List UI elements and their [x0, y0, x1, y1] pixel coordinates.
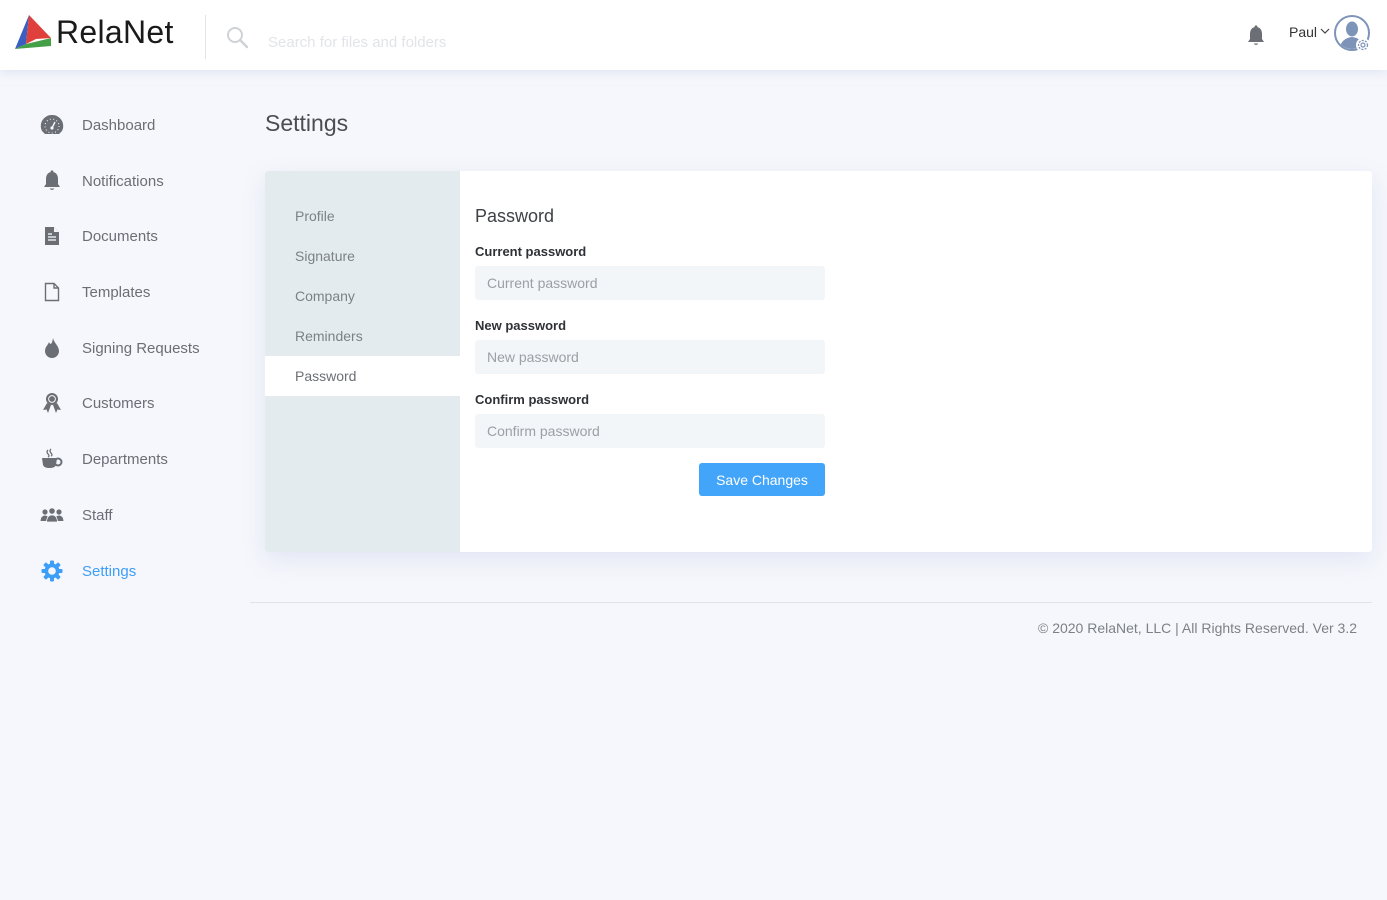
current-password-field[interactable] — [475, 266, 825, 300]
award-icon — [40, 391, 64, 415]
sidebar-item-label: Notifications — [82, 172, 164, 190]
settings-card: Profile Signature Company Reminders Pass… — [265, 171, 1372, 552]
sidebar-item-documents[interactable]: Documents — [40, 221, 240, 251]
file-icon — [40, 280, 64, 304]
sidebar-item-staff[interactable]: Staff — [40, 500, 240, 530]
new-password-field[interactable] — [475, 340, 825, 374]
form-title: Password — [475, 206, 555, 226]
tab-company[interactable]: Company — [265, 276, 460, 316]
dashboard-icon — [40, 113, 64, 137]
search-icon[interactable] — [225, 25, 249, 54]
footer-copyright: © 2020 RelaNet, LLC | All Rights Reserve… — [1037, 620, 1357, 636]
chevron-down-icon — [1320, 22, 1330, 40]
confirm-password-label: Confirm password — [475, 392, 590, 407]
sidebar-item-signing-requests[interactable]: Signing Requests — [40, 333, 240, 363]
sidebar-item-label: Departments — [82, 450, 168, 468]
search-input[interactable] — [262, 28, 662, 56]
sidebar-item-label: Signing Requests — [82, 339, 200, 357]
bell-icon — [40, 169, 64, 193]
sidebar-item-templates[interactable]: Templates — [40, 277, 240, 307]
sidebar-item-label: Customers — [82, 394, 155, 412]
brand-logo[interactable]: RelaNet — [14, 14, 174, 50]
notifications-bell-icon[interactable] — [1246, 25, 1266, 52]
sidebar-item-settings[interactable]: Settings — [40, 556, 240, 586]
document-icon — [40, 224, 64, 248]
tab-reminders[interactable]: Reminders — [265, 316, 460, 356]
avatar[interactable] — [1333, 14, 1373, 54]
brand-name: RelaNet — [56, 14, 174, 50]
user-name: Paul — [1289, 24, 1318, 40]
relanet-logo-icon — [15, 15, 51, 49]
sidebar-item-dashboard[interactable]: Dashboard — [40, 110, 240, 140]
settings-tab-menu: Profile Signature Company Reminders Pass… — [265, 171, 460, 552]
coffee-icon — [40, 447, 64, 471]
tab-profile[interactable]: Profile — [265, 196, 460, 236]
sidebar-item-customers[interactable]: Customers — [40, 388, 240, 418]
tab-signature[interactable]: Signature — [265, 236, 460, 276]
user-menu[interactable]: Paul — [1289, 24, 1330, 40]
save-changes-button[interactable]: Save Changes — [699, 463, 825, 496]
current-password-label: Current password — [475, 244, 587, 259]
page-title: Settings — [265, 110, 349, 136]
sidebar-item-label: Settings — [82, 562, 137, 580]
footer-divider — [250, 602, 1372, 603]
tab-password[interactable]: Password — [265, 356, 460, 396]
sidebar-item-departments[interactable]: Departments — [40, 444, 240, 474]
sidebar-item-notifications[interactable]: Notifications — [40, 166, 240, 196]
sidebar-item-label: Dashboard — [82, 116, 156, 134]
gear-icon — [40, 559, 64, 583]
sidebar-item-label: Templates — [82, 283, 151, 301]
users-icon — [40, 503, 64, 527]
sidebar-item-label: Staff — [82, 506, 113, 524]
gear-badge-icon — [1356, 38, 1370, 52]
confirm-password-field[interactable] — [475, 414, 825, 448]
top-bar: RelaNet Paul — [0, 0, 1387, 70]
fire-icon — [40, 336, 64, 360]
new-password-label: New password — [475, 318, 567, 333]
header-divider — [205, 15, 206, 59]
sidebar-item-label: Documents — [82, 227, 158, 245]
